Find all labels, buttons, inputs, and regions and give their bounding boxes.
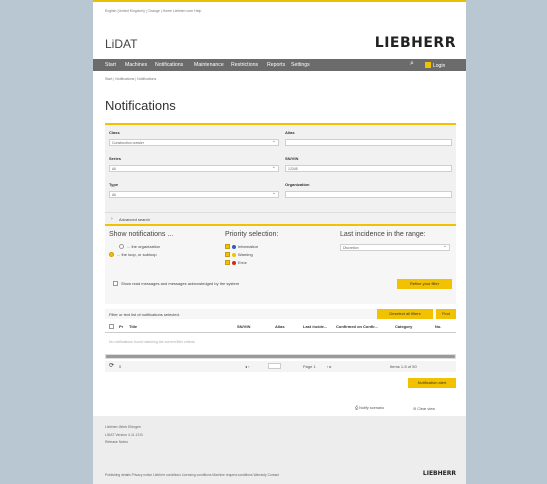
- footer-links[interactable]: Publishing details Privacy notice Liebhe…: [105, 473, 279, 477]
- col-category[interactable]: Category: [395, 324, 412, 329]
- refine-filter-button[interactable]: Refine your filter: [397, 279, 452, 289]
- user-icon: [425, 62, 431, 68]
- col-confirmed-on[interactable]: Confirmed on: [336, 324, 362, 329]
- show-heading: Show notifications ...: [109, 231, 174, 238]
- class-select[interactable]: Construction crawler: [109, 139, 279, 146]
- snvin-value: 12345: [288, 167, 298, 171]
- login-label: Login: [433, 63, 446, 69]
- radio-organization-label: ... the organization: [127, 244, 160, 249]
- col-last-incidence[interactable]: Last incide...: [303, 324, 327, 329]
- top-links[interactable]: English (United Kingdom) | Change | Home…: [105, 9, 201, 13]
- page-title: Notifications: [105, 98, 176, 113]
- snvin-input[interactable]: 12345: [285, 165, 452, 172]
- alias-input[interactable]: [285, 139, 452, 146]
- pager-page: Page 1: [303, 364, 316, 369]
- footer-version: LiDAT Version 4.11.13 B: [105, 433, 143, 437]
- radio-loop-label: ... the loop, or subloop: [117, 252, 157, 257]
- nav-start[interactable]: Start: [105, 62, 116, 68]
- class-label: Class: [109, 130, 120, 135]
- table-header: Pr Title SN/VIN Alias Last incide... Con…: [105, 322, 456, 333]
- breadcrumb[interactable]: Start | Notifications | Notifications: [105, 77, 156, 81]
- search-icon[interactable]: ⌕: [410, 60, 414, 68]
- col-number[interactable]: No.: [435, 324, 441, 329]
- footer-release-notes[interactable]: Release Notes: [105, 440, 128, 444]
- clear-view-label: Clear view: [417, 407, 435, 411]
- col-snvin[interactable]: SN/VIN: [237, 324, 250, 329]
- page: English (United Kingdom) | Change | Home…: [93, 0, 466, 484]
- pager-range: Items 1-5 of 50: [390, 364, 417, 369]
- col-priority[interactable]: Pr: [119, 324, 123, 329]
- notification-alert-button[interactable]: Notification alert: [408, 378, 456, 388]
- main-navigation: Start Machines Notifications Maintenance…: [93, 59, 466, 71]
- login-button[interactable]: Login: [425, 62, 445, 69]
- range-heading: Last incidence in the range:: [340, 231, 426, 238]
- list-status-text: Filter or text list of notifications sel…: [109, 312, 180, 317]
- alias-label: Alias: [285, 130, 295, 135]
- type-select[interactable]: All: [109, 191, 279, 198]
- type-label: Type: [109, 182, 119, 187]
- type-value: All: [112, 193, 116, 197]
- find-button[interactable]: Find: [436, 309, 456, 319]
- snvin-label: SN/VIN: [285, 156, 299, 161]
- info-icon: [232, 244, 236, 249]
- footer-company: Liebherr-Werk Ehingen: [105, 425, 141, 429]
- accent-line: [93, 0, 466, 2]
- notify-scenario-label: Notify scenario: [359, 406, 385, 410]
- read-messages-label: Show read messages and messages acknowle…: [121, 281, 240, 286]
- scrollbar-thumb[interactable]: [106, 355, 455, 358]
- radio-loop[interactable]: [109, 252, 114, 257]
- warning-icon: [232, 252, 236, 257]
- empty-table-message: No notifications found matching the curr…: [109, 340, 195, 344]
- priority-warning-checkbox[interactable]: [225, 252, 230, 257]
- col-title[interactable]: Title: [129, 324, 137, 329]
- col-alias[interactable]: Alias: [275, 324, 285, 329]
- pager-count: 0: [119, 364, 122, 369]
- read-messages-checkbox[interactable]: [113, 281, 118, 286]
- organization-label: Organization: [285, 182, 310, 187]
- nav-reports[interactable]: Reports: [267, 62, 285, 68]
- brand-logo[interactable]: LIEBHERR: [375, 35, 456, 51]
- priority-warning-label: Warning: [238, 252, 253, 257]
- horizontal-scrollbar[interactable]: [105, 354, 456, 359]
- pager-next[interactable]: › ▸: [327, 364, 331, 369]
- priority-heading: Priority selection:: [225, 231, 279, 238]
- series-label: Series: [109, 156, 122, 161]
- notify-scenario-link[interactable]: ⎙ Notify scenario: [355, 406, 384, 410]
- pager: ⟳ 0 ◂ ‹ Page 1 › ▸ Items 1-5 of 50: [105, 361, 456, 372]
- nav-restrictions[interactable]: Restrictions: [231, 62, 258, 68]
- list-toolbar: Filter or text list of notifications sel…: [105, 309, 456, 319]
- radio-organization[interactable]: [119, 244, 124, 249]
- series-value: All: [112, 167, 116, 171]
- nav-notifications[interactable]: Notifications: [155, 62, 183, 68]
- pager-prev[interactable]: ◂ ‹: [245, 364, 249, 369]
- advanced-search-label: Advanced search: [119, 217, 150, 222]
- footer-logo[interactable]: LIEBHERR: [423, 470, 456, 477]
- filter-panel: Class Construction crawler Alias Series …: [105, 123, 456, 224]
- clear-view-link[interactable]: ⊘ Clear view: [413, 406, 435, 411]
- select-all-checkbox[interactable]: [109, 324, 114, 329]
- organization-input[interactable]: [285, 191, 452, 198]
- options-panel: Show notifications ... ... the organizat…: [105, 224, 456, 304]
- col-confirmed-by[interactable]: Confir...: [363, 324, 378, 329]
- app-name: LiDAT: [105, 37, 138, 51]
- footer: Liebherr-Werk Ehingen LiDAT Version 4.11…: [93, 416, 466, 484]
- priority-info-label: Information: [238, 244, 259, 249]
- error-icon: [232, 260, 236, 265]
- page-number-input[interactable]: [268, 363, 281, 369]
- nav-maintenance[interactable]: Maintenance: [194, 62, 224, 68]
- range-value: Discretion: [343, 246, 359, 250]
- class-value: Construction crawler: [112, 141, 144, 145]
- nav-machines[interactable]: Machines: [125, 62, 147, 68]
- priority-error-checkbox[interactable]: [225, 260, 230, 265]
- priority-error-label: Error: [238, 260, 247, 265]
- chevron-right-icon: ›: [111, 216, 113, 222]
- deselect-filters-button[interactable]: Deselect all filters: [377, 309, 433, 319]
- nav-settings[interactable]: Settings: [291, 62, 310, 68]
- refresh-icon[interactable]: ⟳: [109, 362, 114, 369]
- priority-info-checkbox[interactable]: [225, 244, 230, 249]
- range-select[interactable]: Discretion: [340, 244, 450, 251]
- series-select[interactable]: All: [109, 165, 279, 172]
